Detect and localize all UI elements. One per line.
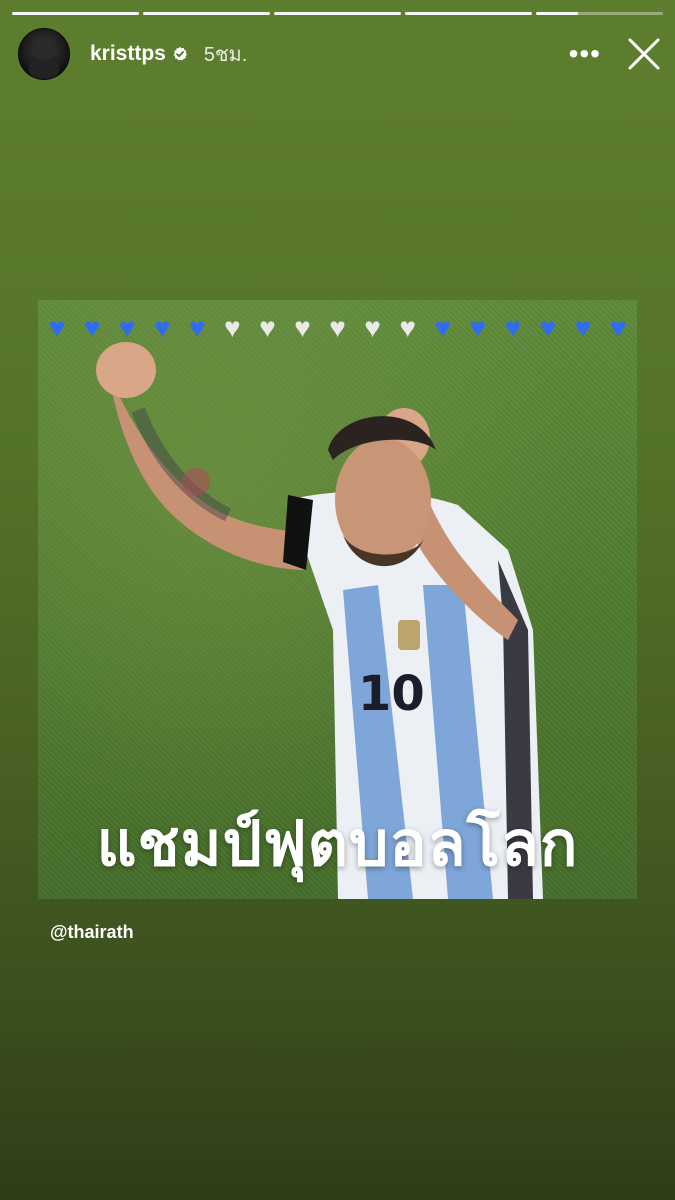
hearts-row: ♥ ♥ ♥ ♥ ♥ ♥ ♥ ♥ ♥ ♥ ♥ ♥ ♥ ♥ ♥ ♥ ♥ [40, 314, 635, 346]
progress-segment [12, 12, 139, 15]
blue-heart-icon: ♥ [188, 312, 206, 343]
progress-fill [536, 12, 578, 15]
verified-badge-icon [173, 46, 187, 61]
post-caption: แชมป์ฟุตบอลโลก [96, 807, 579, 880]
progress-segment [274, 12, 401, 15]
white-heart-icon: ♥ [329, 312, 346, 343]
post-time: 5ชม. [203, 44, 248, 66]
blue-heart-icon: ♥ [48, 312, 66, 343]
story-header: kristtps 5ชม. ••• [18, 28, 661, 80]
shared-post-image[interactable]: 10 ♥ ♥ ♥ ♥ ♥ ♥ ♥ ♥ ♥ ♥ ♥ ♥ ♥ ♥ ♥ ♥ ♥ แชมป์ฟุตบอลโลก [38, 300, 637, 899]
blue-heart-icon: ♥ [434, 312, 451, 343]
blue-heart-icon: ♥ [118, 312, 136, 343]
white-heart-icon: ♥ [364, 312, 381, 343]
white-heart-icon: ♥ [294, 312, 311, 343]
svg-text:10: 10 [358, 666, 425, 722]
blue-heart-icon: ♥ [83, 312, 101, 343]
close-icon[interactable] [627, 37, 661, 71]
progress-fill [405, 12, 532, 15]
progress-segment [405, 12, 532, 15]
progress-fill [274, 12, 401, 15]
white-heart-icon: ♥ [224, 312, 241, 343]
progress-segment [536, 12, 663, 15]
white-heart-icon: ♥ [399, 312, 416, 343]
white-heart-icon: ♥ [259, 312, 276, 343]
progress-fill [12, 12, 139, 15]
mention-sticker[interactable]: @thairath [50, 922, 134, 943]
avatar[interactable] [18, 28, 70, 80]
username[interactable]: kristtps [90, 42, 166, 66]
story-progress-bar [12, 12, 663, 15]
blue-heart-icon: ♥ [153, 312, 171, 343]
blue-heart-icon: ♥ [469, 312, 487, 343]
progress-fill [143, 12, 270, 15]
more-options-icon[interactable]: ••• [569, 40, 601, 68]
blue-heart-icon: ♥ [574, 312, 592, 343]
blue-heart-icon: ♥ [504, 312, 522, 343]
progress-segment [143, 12, 270, 15]
blue-heart-icon: ♥ [609, 312, 627, 343]
blue-heart-icon: ♥ [539, 312, 557, 343]
